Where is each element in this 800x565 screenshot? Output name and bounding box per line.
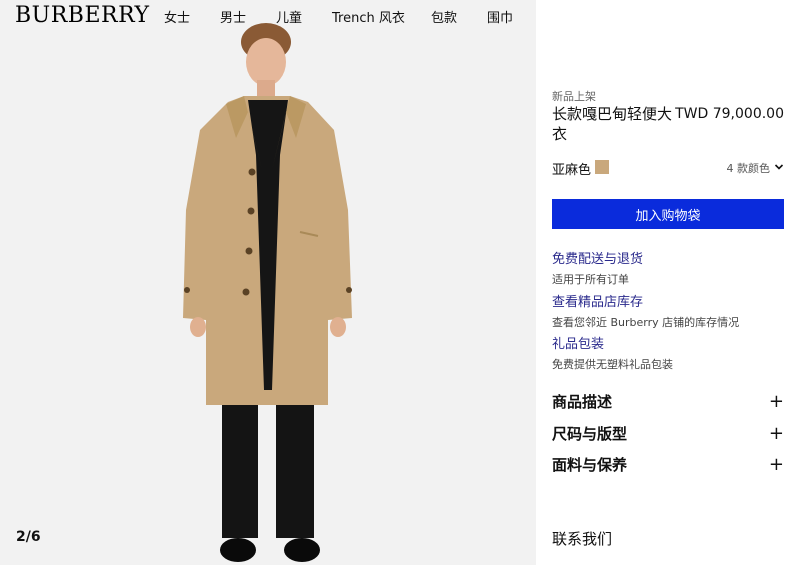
contact-us-link[interactable]: 联系我们 <box>552 528 612 549</box>
service-title[interactable]: 查看精品店库存 <box>552 291 739 310</box>
plus-icon[interactable]: + <box>769 424 784 443</box>
nav-item-trench[interactable]: Trench 风衣 <box>332 7 405 26</box>
product-photo <box>183 23 352 562</box>
new-arrival-tag: 新品上架 <box>552 90 596 103</box>
color-name: 亚麻色 <box>552 163 592 178</box>
accordion-label: 商品描述 <box>552 393 613 411</box>
product-detail-panel: 新品上架 长款嘎巴甸轻便大衣 TWD 79,000.00 亚麻色 4 款颜色 加… <box>536 0 800 565</box>
service-gift-wrap[interactable]: 礼品包装 免费提供无塑料礼品包装 <box>552 333 673 372</box>
service-description: 适用于所有订单 <box>552 273 629 286</box>
product-price: TWD 79,000.00 <box>675 106 784 122</box>
accordion-size-fit[interactable]: 尺码与版型 + <box>552 423 784 444</box>
nav-item-bags[interactable]: 包款 <box>431 7 457 26</box>
accordion-label: 尺码与版型 <box>552 425 628 443</box>
nav-item-women[interactable]: 女士 <box>164 7 190 26</box>
accordion-label: 面料与保养 <box>552 456 628 474</box>
color-swatch[interactable] <box>595 160 609 174</box>
color-selector[interactable]: 4 款颜色 <box>727 160 785 176</box>
add-to-bag-button[interactable]: 加入购物袋 <box>552 199 784 229</box>
service-title[interactable]: 礼品包装 <box>552 333 673 352</box>
plus-icon[interactable]: + <box>769 392 784 411</box>
accordion-product-description[interactable]: 商品描述 + <box>552 391 784 412</box>
service-store-stock[interactable]: 查看精品店库存 查看您邻近 Burberry 店铺的库存情况 <box>552 291 739 330</box>
service-title[interactable]: 免费配送与退货 <box>552 248 643 267</box>
chevron-down-icon <box>774 162 784 175</box>
color-count-label: 4 款颜色 <box>726 162 771 175</box>
product-title: 长款嘎巴甸轻便大衣 <box>552 105 673 143</box>
gallery-page-counter: 2/6 <box>16 529 41 545</box>
accordion-fabric-care[interactable]: 面料与保养 + <box>552 454 784 475</box>
service-description: 免费提供无塑料礼品包装 <box>552 358 673 371</box>
product-image-gallery[interactable]: 2/6 <box>0 0 536 565</box>
nav-item-children[interactable]: 儿童 <box>276 7 302 26</box>
nav-item-scarves[interactable]: 围巾 <box>487 7 513 26</box>
service-description: 查看您邻近 Burberry 店铺的库存情况 <box>552 316 740 329</box>
brand-logo[interactable]: BURBERRY <box>15 3 149 28</box>
service-free-delivery[interactable]: 免费配送与退货 适用于所有订单 <box>552 248 643 287</box>
nav-item-men[interactable]: 男士 <box>220 7 246 26</box>
plus-icon[interactable]: + <box>769 455 784 474</box>
